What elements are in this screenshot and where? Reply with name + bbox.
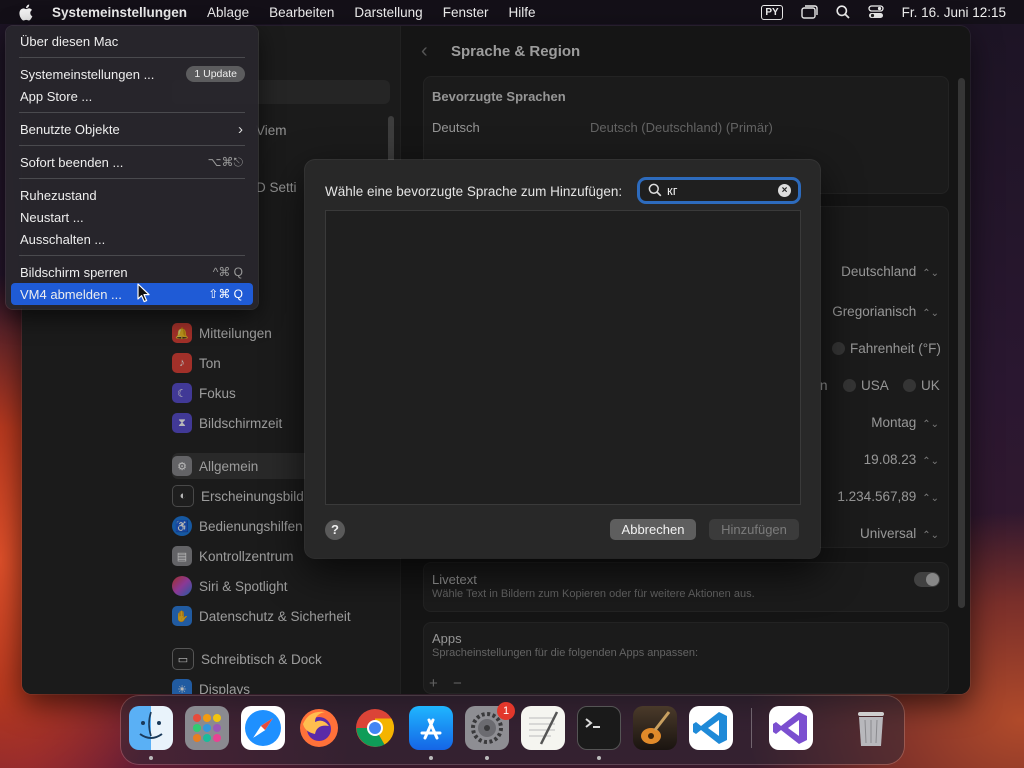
menu-app-name[interactable]: Systemeinstellungen xyxy=(52,5,187,20)
stage-manager-icon[interactable] xyxy=(800,5,818,19)
visual-studio-icon[interactable] xyxy=(769,706,813,750)
menu-item-settings[interactable]: Systemeinstellungen ... 1 Update xyxy=(11,63,253,85)
menu-darstellung[interactable]: Darstellung xyxy=(354,5,422,20)
menu-item-restart[interactable]: Neustart ... xyxy=(11,206,253,228)
menu-item-lock-screen[interactable]: Bildschirm sperren ^⌘ Q xyxy=(11,261,253,283)
firefox-icon[interactable] xyxy=(297,706,341,750)
dock-separator xyxy=(751,708,752,748)
add-button[interactable]: Hinzufügen xyxy=(709,519,799,540)
menu-separator xyxy=(19,57,245,58)
mouse-cursor-icon xyxy=(137,283,150,303)
menubar-clock[interactable]: Fr. 16. Juni 12:15 xyxy=(902,5,1006,20)
menu-separator xyxy=(19,112,245,113)
control-center-icon[interactable] xyxy=(868,5,884,19)
menu-item-force-quit[interactable]: Sofort beenden ... ⌥⌘⎋ xyxy=(11,151,253,173)
spotlight-search-icon[interactable] xyxy=(836,5,850,19)
clear-search-icon[interactable]: × xyxy=(778,184,791,197)
menu-item-label: Systemeinstellungen ... xyxy=(20,66,155,82)
menubar-status-area: PY Fr. 16. Juni 12:15 xyxy=(761,0,1024,24)
chrome-icon[interactable] xyxy=(353,706,397,750)
menu-separator xyxy=(19,178,245,179)
language-results-list[interactable] xyxy=(325,210,801,505)
menu-item-app-store[interactable]: App Store ... xyxy=(11,85,253,107)
running-indicator xyxy=(485,756,489,760)
vscode-icon[interactable] xyxy=(689,706,733,750)
trash-icon[interactable] xyxy=(849,706,893,750)
language-search-input[interactable] xyxy=(667,182,777,199)
input-source-label: PY xyxy=(761,4,783,20)
sheet-prompt: Wähle eine bevorzugte Sprache zum Hinzuf… xyxy=(325,184,623,199)
menu-item-label: Ausschalten ... xyxy=(20,231,106,247)
submenu-arrow-icon: › xyxy=(238,120,243,138)
app-store-icon[interactable] xyxy=(409,706,453,750)
help-button[interactable]: ? xyxy=(325,520,345,540)
terminal-icon[interactable] xyxy=(577,706,621,750)
dock: 1 xyxy=(121,696,904,764)
safari-icon[interactable] xyxy=(241,706,285,750)
menu-item-label: Über diesen Mac xyxy=(20,33,119,49)
garageband-icon[interactable] xyxy=(633,706,677,750)
menu-fenster[interactable]: Fenster xyxy=(443,5,489,20)
menu-ablage[interactable]: Ablage xyxy=(207,5,249,20)
search-icon xyxy=(648,183,662,202)
cancel-button[interactable]: Abbrechen xyxy=(610,519,696,540)
menu-separator xyxy=(19,255,245,256)
input-source-icon[interactable]: PY xyxy=(761,4,783,20)
apple-menu-icon[interactable] xyxy=(16,3,34,21)
menu-item-label: Benutzte Objekte xyxy=(20,121,120,137)
menu-item-recent-items[interactable]: Benutzte Objekte › xyxy=(11,118,253,140)
shortcut-label: ⌥⌘⎋ xyxy=(207,154,243,169)
add-language-sheet: Wähle eine bevorzugte Sprache zum Hinzuf… xyxy=(305,160,820,558)
menu-item-label: Bildschirm sperren xyxy=(20,264,128,280)
menu-hilfe[interactable]: Hilfe xyxy=(508,5,535,20)
shortcut-label: ^⌘ Q xyxy=(212,265,243,279)
settings-badge: 1 xyxy=(497,702,515,720)
menu-item-sleep[interactable]: Ruhezustand xyxy=(11,184,253,206)
menu-bar: Systemeinstellungen Ablage Bearbeiten Da… xyxy=(0,0,1024,24)
language-search-field[interactable]: × xyxy=(640,180,798,201)
launchpad-icon[interactable] xyxy=(185,706,229,750)
shortcut-label: ⇧⌘ Q xyxy=(208,287,243,301)
menu-item-about[interactable]: Über diesen Mac xyxy=(11,30,253,52)
update-badge: 1 Update xyxy=(186,66,245,82)
menu-separator xyxy=(19,145,245,146)
menu-item-shutdown[interactable]: Ausschalten ... xyxy=(11,228,253,250)
menu-item-label: VM4 abmelden ... xyxy=(20,286,122,302)
menu-item-logout[interactable]: VM4 abmelden ... ⇧⌘ Q xyxy=(11,283,253,305)
textedit-icon[interactable] xyxy=(521,706,565,750)
menu-item-label: Neustart ... xyxy=(20,209,84,225)
running-indicator xyxy=(597,756,601,760)
running-indicator xyxy=(149,756,153,760)
apple-menu: Über diesen Mac Systemeinstellungen ... 1… xyxy=(6,26,258,309)
menu-item-label: App Store ... xyxy=(20,88,93,104)
finder-icon[interactable] xyxy=(129,706,173,750)
menu-item-label: Sofort beenden ... xyxy=(20,154,124,170)
menu-item-label: Ruhezustand xyxy=(20,187,97,203)
menu-bearbeiten[interactable]: Bearbeiten xyxy=(269,5,334,20)
running-indicator xyxy=(429,756,433,760)
